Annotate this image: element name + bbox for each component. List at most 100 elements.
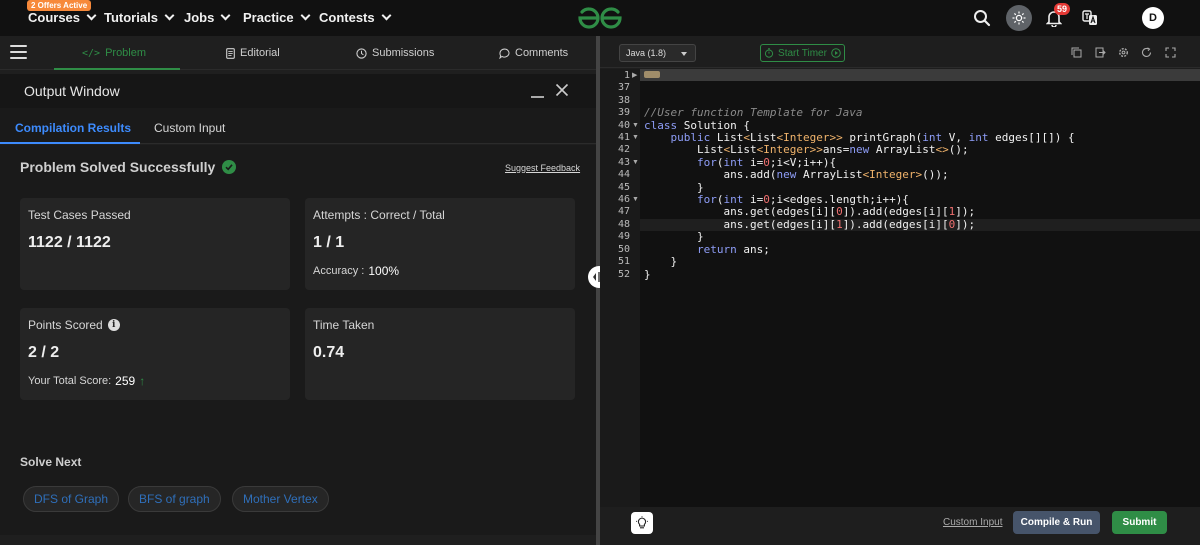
nav-jobs[interactable]: Jobs — [184, 10, 231, 25]
editor-footer: Custom Input Compile & Run Submit — [600, 507, 1200, 545]
tab-problem[interactable]: </> Problem — [82, 47, 146, 59]
nav-practice-label: Practice — [243, 10, 294, 25]
fold-arrow-icon[interactable]: ▼ — [632, 157, 639, 169]
code-line: List<List<Integer>>ans=new ArrayList<>()… — [644, 143, 969, 156]
chevron-down-icon — [86, 10, 97, 21]
nav-courses[interactable]: Courses — [28, 10, 97, 25]
info-icon[interactable]: i — [107, 319, 120, 331]
tab-custom-input[interactable]: Custom Input — [154, 121, 225, 135]
close-icon[interactable] — [555, 83, 569, 97]
suggested-problem-chip[interactable]: DFS of Graph — [23, 486, 120, 512]
output-window-header: Output Window — [0, 74, 596, 108]
minimize-icon[interactable] — [531, 96, 544, 98]
line-number: 47 — [617, 206, 630, 217]
nav-jobs-label: Jobs — [184, 10, 215, 25]
suggest-feedback-link[interactable]: Suggest Feedback — [505, 163, 580, 173]
line-number: 48 — [617, 219, 630, 230]
start-timer-button[interactable]: Start Timer — [760, 44, 845, 62]
folded-code-icon[interactable] — [644, 71, 660, 78]
problem-tabbar: </> Problem Editorial Submissions Commen… — [0, 36, 596, 70]
chevron-down-icon — [381, 10, 392, 21]
code-line: } — [644, 230, 704, 243]
accuracy-row: Accuracy : 100% — [313, 264, 399, 278]
sun-icon — [1012, 11, 1026, 25]
time-value: 0.74 — [313, 344, 345, 361]
fold-arrow-icon[interactable]: ▼ — [632, 194, 639, 206]
start-timer-label: Start Timer — [778, 47, 827, 59]
result-tabs: Compilation Results Custom Input — [0, 108, 596, 144]
code-line: //User function Template for Java — [644, 106, 863, 119]
translate-icon[interactable] — [1078, 6, 1102, 30]
search-icon[interactable] — [970, 6, 994, 30]
nav-contests-label: Contests — [319, 10, 375, 25]
custom-input-link[interactable]: Custom Input — [943, 517, 1002, 528]
points-value: 2 / 2 — [28, 344, 60, 361]
points-label-row: Points Scored i — [28, 318, 120, 332]
chevron-down-icon — [300, 10, 311, 21]
tab-editorial-label: Editorial — [240, 47, 280, 59]
tab-submissions-label: Submissions — [372, 47, 435, 59]
code-line: } — [644, 255, 678, 268]
compile-run-button[interactable]: Compile & Run — [1013, 511, 1100, 534]
suggested-problem-chip[interactable]: BFS of graph — [128, 486, 221, 512]
nav-contests[interactable]: Contests — [319, 10, 392, 25]
fullscreen-icon[interactable] — [1165, 47, 1176, 58]
line-number: 52 — [617, 269, 630, 280]
app-root: 2 Offers Active Courses Tutorials Jobs P… — [0, 0, 1200, 545]
lightbulb-icon[interactable] — [631, 512, 653, 534]
line-number: 50 — [617, 244, 630, 255]
success-status-text: Problem Solved Successfully — [20, 159, 216, 175]
compilation-results-panel: Problem Solved Successfully Suggest Feed… — [0, 145, 596, 535]
total-score-row: Your Total Score: 259 ↑ — [28, 374, 145, 388]
tab-submissions[interactable]: Submissions — [356, 47, 434, 59]
code-icon: </> — [82, 47, 101, 59]
attempts-label: Attempts : Correct / Total — [313, 208, 445, 222]
editor-toolbar: Java (1.8) Start Timer — [600, 36, 1200, 68]
line-number: 40 — [617, 120, 630, 131]
comment-icon — [499, 48, 510, 59]
caret-down-icon — [681, 52, 687, 56]
nav-tutorials[interactable]: Tutorials — [104, 10, 175, 25]
tab-editorial[interactable]: Editorial — [226, 47, 280, 59]
line-number: 44 — [617, 169, 630, 180]
theme-toggle-button[interactable] — [1006, 5, 1032, 31]
hamburger-menu-icon[interactable] — [10, 45, 27, 59]
accuracy-value: 100% — [368, 264, 400, 278]
gear-icon[interactable] — [1118, 47, 1129, 58]
notification-count-badge: 59 — [1054, 3, 1071, 15]
check-circle-icon — [222, 160, 237, 174]
play-icon — [831, 48, 841, 58]
file-import-icon[interactable] — [1095, 47, 1106, 58]
code-line: ans.get(edges[i][0]).add(edges[i][1]); — [644, 205, 976, 218]
nav-courses-label: Courses — [28, 10, 81, 25]
reset-icon[interactable] — [1141, 47, 1152, 58]
attempts-card: Attempts : Correct / Total 1 / 1 Accurac… — [305, 198, 575, 290]
nav-tutorials-label: Tutorials — [104, 10, 158, 25]
line-number: 38 — [617, 95, 630, 106]
points-card: Points Scored i 2 / 2 Your Total Score: … — [20, 308, 290, 400]
problem-panel: </> Problem Editorial Submissions Commen… — [0, 36, 596, 545]
tab-comments[interactable]: Comments — [499, 47, 568, 59]
line-number: 51 — [617, 256, 630, 267]
accuracy-label: Accuracy : — [313, 265, 365, 277]
clock-icon — [356, 47, 367, 59]
first-line-highlight — [640, 69, 1200, 81]
arrow-up-icon: ↑ — [139, 374, 146, 388]
fold-arrow-icon[interactable]: ▼ — [632, 132, 639, 144]
result-tab-indicator — [0, 142, 140, 144]
success-status: Problem Solved Successfully — [20, 159, 237, 175]
submit-button[interactable]: Submit — [1112, 511, 1167, 534]
top-navbar: 2 Offers Active Courses Tutorials Jobs P… — [0, 0, 1200, 36]
tab-problem-label: Problem — [105, 47, 147, 59]
language-select[interactable]: Java (1.8) — [619, 44, 696, 62]
code-editor-panel: Java (1.8) Start Timer 1 37 38 39 40 41 … — [600, 36, 1200, 545]
tab-compilation-results[interactable]: Compilation Results — [15, 121, 131, 135]
suggested-problem-chip[interactable]: Mother Vertex — [232, 486, 329, 512]
fold-arrow-icon[interactable]: ▶ — [632, 70, 637, 82]
gfg-logo-icon[interactable] — [576, 5, 624, 31]
fold-arrow-icon[interactable]: ▼ — [632, 120, 639, 132]
user-avatar[interactable]: D — [1142, 7, 1164, 29]
copy-icon[interactable] — [1071, 47, 1082, 58]
nav-practice[interactable]: Practice — [243, 10, 311, 25]
line-number: 42 — [617, 144, 630, 155]
